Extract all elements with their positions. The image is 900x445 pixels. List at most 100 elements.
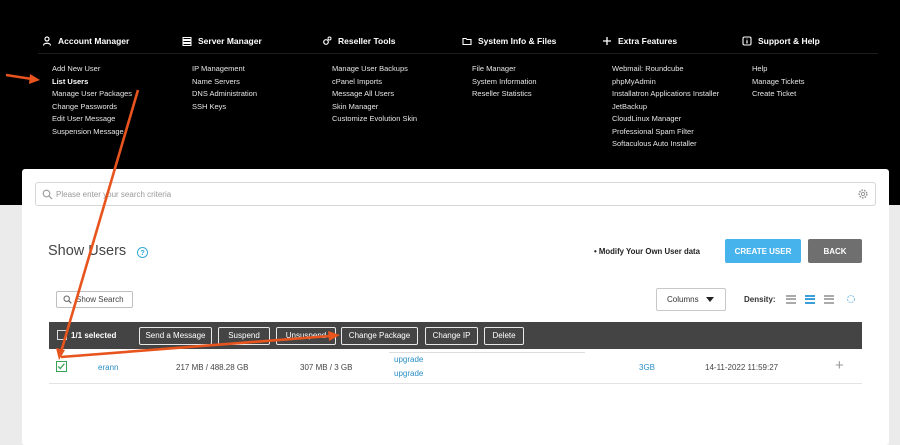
selection-toolbar: 1/1 selected Send a Message Suspend Unsu… [49,322,862,349]
nav-item-installatron[interactable]: Installatron Applications Installer [602,88,742,101]
suspend-button[interactable]: Suspend [218,327,270,345]
gears-icon [323,36,332,45]
nav-item-message-all-users[interactable]: Message All Users [322,88,462,101]
refresh-icon[interactable] [846,294,856,304]
nav-heading-support-help[interactable]: Support & Help [742,34,882,48]
density-compact-icon[interactable] [786,295,796,304]
nav-column-system-info: System Info & Files File Manager System … [462,34,602,101]
nav-item-customize-evolution-skin[interactable]: Customize Evolution Skin [322,113,462,126]
delete-button[interactable]: Delete [484,327,524,345]
user-icon [42,36,52,46]
nav-list: Manage User Backups cPanel Imports Messa… [322,63,462,126]
search-icon [42,189,53,200]
nav-column-extra-features: Extra Features Webmail: Roundcube phpMyA… [602,34,742,151]
nav-heading-label: Support & Help [758,36,820,46]
nav-heading-extra-features[interactable]: Extra Features [602,34,742,48]
nav-list: IP Management Name Servers DNS Administr… [182,63,322,113]
search-input[interactable] [56,186,846,203]
nav-item-manage-user-backups[interactable]: Manage User Backups [322,63,462,76]
density-label: Density: [744,295,776,304]
nav-column-reseller-tools: Reseller Tools Manage User Backups cPane… [322,34,462,126]
chevron-down-icon [706,297,714,302]
expand-row-icon[interactable]: + [835,358,844,373]
disk-cell: 307 MB / 3 GB [300,363,353,372]
nav-item-edit-user-message[interactable]: Edit User Message [42,113,182,126]
change-ip-button[interactable]: Change IP [425,327,478,345]
show-search-button[interactable]: Show Search [56,291,133,308]
created-date-cell: 14-11-2022 11:59:27 [705,363,779,372]
nav-heading-account-manager[interactable]: Account Manager [42,34,182,48]
nav-item-dns-administration[interactable]: DNS Administration [182,88,322,101]
nav-list: Add New User List Users Manage User Pack… [42,63,182,138]
nav-item-create-ticket[interactable]: Create Ticket [742,88,882,101]
show-search-label: Show Search [76,295,124,304]
help-icon[interactable]: ? [137,247,148,258]
nav-item-cpanel-imports[interactable]: cPanel Imports [322,76,462,89]
nav-item-manage-tickets[interactable]: Manage Tickets [742,76,882,89]
nav-item-softaculous[interactable]: Softaculous Auto Installer [602,138,742,151]
search-bar [35,182,876,206]
nav-heading-label: Reseller Tools [338,36,396,46]
nav-item-ssh-keys[interactable]: SSH Keys [182,101,322,114]
send-message-button[interactable]: Send a Message [139,327,212,345]
nav-heading-label: Extra Features [618,36,678,46]
selected-count: 1/1 selected [71,331,117,340]
change-package-button[interactable]: Change Package [341,327,418,345]
nav-item-change-passwords[interactable]: Change Passwords [42,101,182,114]
nav-list: Help Manage Tickets Create Ticket [742,63,882,101]
plus-icon [603,37,611,45]
nav-list: Webmail: Roundcube phpMyAdmin Installatr… [602,63,742,151]
modify-own-user-link[interactable]: • Modify Your Own User data [594,247,700,256]
nav-item-help[interactable]: Help [742,63,882,76]
row-divider [389,352,585,353]
row-checkbox[interactable] [56,361,67,372]
upgrade-bandwidth-link[interactable]: upgrade [394,355,423,364]
unsuspend-button[interactable]: Unsuspend [276,327,336,345]
nav-item-add-new-user[interactable]: Add New User [42,63,182,76]
nav-item-professional-spam-filter[interactable]: Professional Spam Filter [602,126,742,139]
nav-item-webmail-roundcube[interactable]: Webmail: Roundcube [602,63,742,76]
nav-item-name-servers[interactable]: Name Servers [182,76,322,89]
nav-item-phpmyadmin[interactable]: phpMyAdmin [602,76,742,89]
nav-heading-label: Server Manager [198,36,262,46]
nav-heading-system-info[interactable]: System Info & Files [462,34,602,48]
folder-icon [462,37,472,46]
bandwidth-cell: 217 MB / 488.28 GB [176,363,249,372]
page-title: Show Users [48,243,127,259]
nav-item-cloudlinux-manager[interactable]: CloudLinux Manager [602,113,742,126]
create-user-button[interactable]: CREATE USER [725,239,801,263]
back-button[interactable]: BACK [808,239,862,263]
nav-item-ip-management[interactable]: IP Management [182,63,322,76]
nav-item-reseller-statistics[interactable]: Reseller Statistics [462,88,602,101]
columns-dropdown[interactable]: Columns [656,288,726,311]
nav-list: File Manager System Information Reseller… [462,63,602,101]
main-panel: Show Users ? • Modify Your Own User data… [22,169,889,445]
server-icon [182,37,192,46]
nav-column-account-manager: Account Manager Add New User List Users … [42,34,182,138]
search-icon [63,295,72,304]
gear-icon[interactable] [857,188,869,200]
package-link[interactable]: 3GB [639,363,655,372]
density-comfortable-icon[interactable] [824,295,834,304]
nav-column-support-help: Support & Help Help Manage Tickets Creat… [742,34,882,101]
columns-label: Columns [667,295,699,304]
nav-column-server-manager: Server Manager IP Management Name Server… [182,34,322,113]
upgrade-disk-link[interactable]: upgrade [394,369,423,378]
nav-item-manage-user-packages[interactable]: Manage User Packages [42,88,182,101]
select-all-checkbox[interactable] [57,330,67,340]
nav-item-skin-manager[interactable]: Skin Manager [322,101,462,114]
nav-item-jetbackup[interactable]: JetBackup [602,101,742,114]
nav-heading-server-manager[interactable]: Server Manager [182,34,322,48]
nav-heading-label: System Info & Files [478,36,557,46]
username-link[interactable]: erann [98,363,118,372]
nav-item-file-manager[interactable]: File Manager [462,63,602,76]
nav-item-suspension-message[interactable]: Suspension Message [42,126,182,139]
info-icon [742,36,752,46]
density-normal-icon[interactable] [805,295,815,304]
table-row[interactable]: erann 217 MB / 488.28 GB 307 MB / 3 GB u… [49,350,862,384]
nav-item-system-information[interactable]: System Information [462,76,602,89]
nav-heading-reseller-tools[interactable]: Reseller Tools [322,34,462,48]
check-icon [57,363,65,370]
nav-heading-label: Account Manager [58,36,130,46]
nav-item-list-users[interactable]: List Users [42,76,182,89]
